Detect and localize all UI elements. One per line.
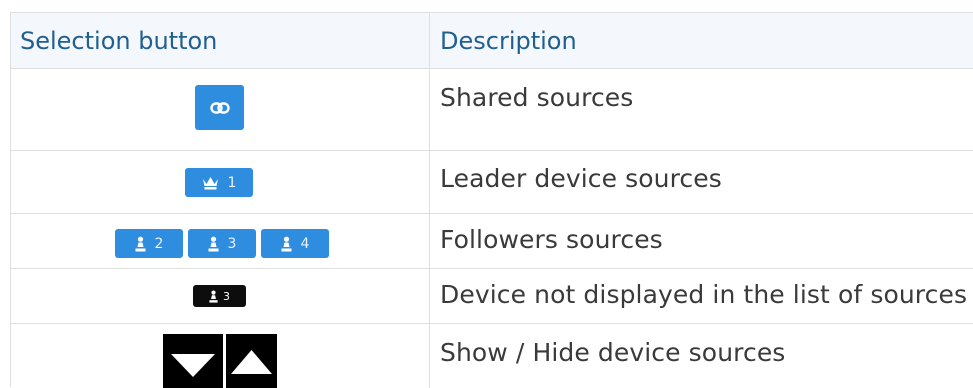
table-header: Selection button Description: [11, 13, 973, 69]
table-row: 1 Leader device sources: [11, 151, 973, 214]
hide-sources-button[interactable]: [226, 334, 277, 388]
badge-number: 4: [300, 235, 310, 252]
table-row: 2 3 4 Followers sources: [11, 214, 973, 269]
hidden-device-button[interactable]: 3: [193, 285, 246, 307]
column-divider: [429, 13, 430, 388]
pawn-icon: [209, 289, 218, 303]
header-selection-button: Selection button: [20, 27, 218, 55]
table-row: Shared sources: [11, 69, 973, 151]
shared-sources-button[interactable]: [195, 85, 244, 130]
pawn-icon: [208, 236, 219, 251]
row-description: Followers sources: [440, 225, 663, 254]
leader-device-button[interactable]: 1: [185, 168, 253, 197]
badge-number: 1: [227, 174, 237, 191]
table-row: Show / Hide device sources: [11, 324, 973, 388]
row-description: Shared sources: [440, 83, 634, 112]
header-description: Description: [440, 27, 577, 55]
sources-legend-table: Selection button Description Shared sour…: [10, 12, 973, 388]
triangle-down-icon: [171, 354, 215, 377]
follower-3-button[interactable]: 3: [188, 229, 256, 258]
crown-icon: [202, 177, 218, 190]
row-description: Show / Hide device sources: [440, 338, 786, 367]
row-description: Device not displayed in the list of sour…: [440, 280, 968, 309]
triangle-up-icon: [231, 350, 272, 374]
follower-2-button[interactable]: 2: [115, 229, 183, 258]
follower-4-button[interactable]: 4: [261, 229, 329, 258]
badge-number: 3: [223, 289, 230, 303]
pawn-icon: [135, 236, 146, 251]
show-sources-button[interactable]: [163, 334, 223, 388]
table-row: 3 Device not displayed in the list of so…: [11, 269, 973, 324]
badge-number: 3: [227, 235, 237, 252]
row-description: Leader device sources: [440, 164, 722, 193]
badge-number: 2: [154, 235, 164, 252]
link-icon: [209, 101, 230, 114]
pawn-icon: [281, 236, 292, 251]
